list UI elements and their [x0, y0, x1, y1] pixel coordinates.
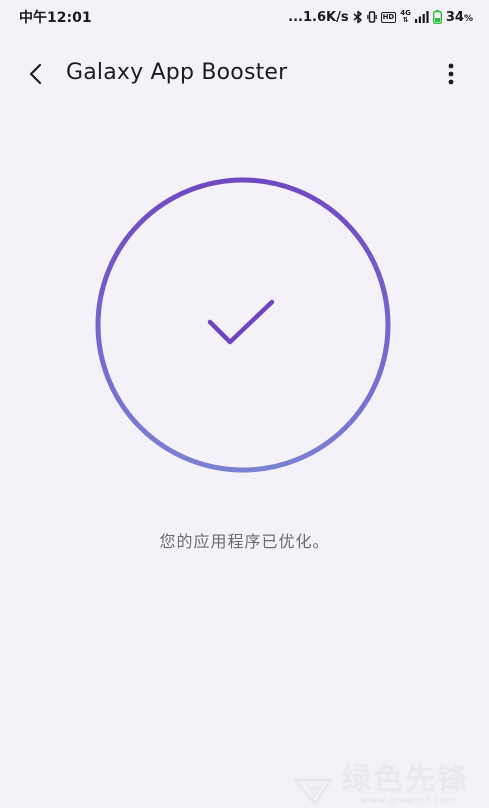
vibrate-icon	[366, 10, 377, 24]
battery-level-value: 34	[445, 9, 464, 25]
more-vert-icon	[448, 63, 454, 85]
back-arrow-icon	[29, 63, 42, 85]
optimization-complete-ring	[94, 176, 392, 474]
signal-bars-icon	[414, 11, 429, 23]
network-speed: ...1.6K/s	[288, 9, 349, 25]
battery-level: 34%	[446, 10, 473, 25]
watermark: 绿色先锋 www.greenxf.com	[293, 764, 469, 806]
status-indicators: ...1.6K/s HD 4G ⇅ 34%	[288, 10, 473, 25]
network-type: 4G ⇅	[400, 10, 411, 24]
battery-unit: %	[463, 13, 473, 24]
app-bar: Galaxy App Booster	[0, 50, 489, 98]
data-arrows-icon: ⇅	[402, 16, 409, 24]
page-title: Galaxy App Booster	[66, 60, 288, 85]
status-time: 中午12:01	[19, 10, 92, 26]
bluetooth-icon	[353, 10, 363, 24]
app-screen: 中午12:01 ...1.6K/s HD 4G ⇅ 34% Galaxy App…	[0, 0, 489, 808]
progress-ring	[95, 177, 391, 473]
watermark-brand: 绿色先锋	[341, 762, 469, 797]
back-button[interactable]	[22, 58, 50, 90]
more-options-button[interactable]	[439, 58, 463, 90]
watermark-text: 绿色先锋 www.greenxf.com	[341, 762, 469, 807]
battery-icon	[432, 10, 442, 24]
checkmark-icon	[207, 299, 275, 345]
watermark-url: www.greenxf.com	[361, 796, 457, 806]
hd-badge: HD	[380, 11, 397, 23]
optimization-result-message: 您的应用程序已优化。	[159, 532, 330, 551]
status-bar: 中午12:01 ...1.6K/s HD 4G ⇅ 34%	[0, 0, 489, 34]
watermark-logo-icon	[293, 778, 333, 806]
